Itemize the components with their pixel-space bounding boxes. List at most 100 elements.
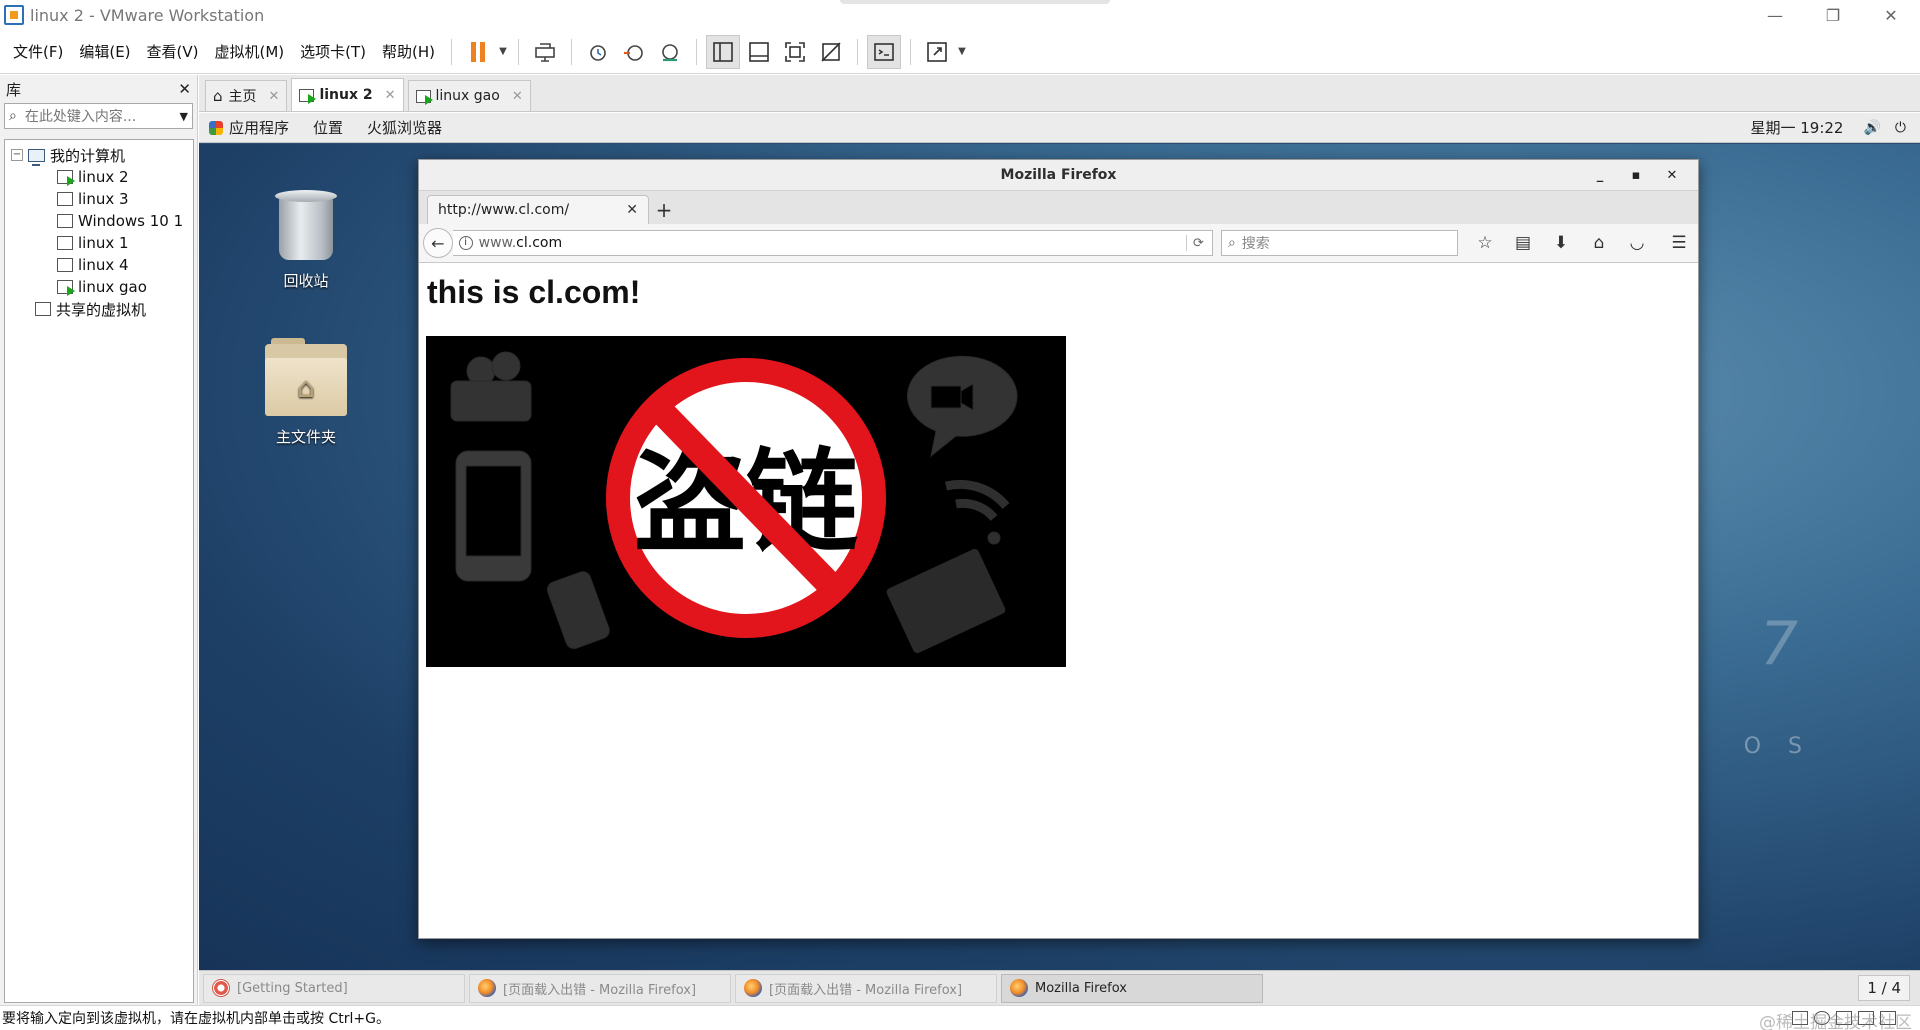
firefox-minimize-button[interactable]: _ [1582, 168, 1618, 183]
hamburger-menu-icon[interactable]: ☰ [1660, 233, 1698, 253]
tab-close-button[interactable]: ✕ [512, 89, 523, 104]
minimize-button[interactable]: — [1746, 0, 1804, 30]
snapshot-manager-icon [662, 43, 678, 61]
snapshot-manager-button[interactable] [653, 35, 687, 69]
tree-my-computer[interactable]: − 我的计算机 [5, 144, 193, 166]
tree-shared-vms[interactable]: 共享的虚拟机 [5, 298, 193, 320]
computer-icon [28, 148, 45, 166]
back-button[interactable]: ← [423, 228, 453, 258]
menu-edit[interactable]: 编辑(E) [71, 30, 138, 74]
firefox-titlebar[interactable]: Mozilla Firefox _ ▪ ✕ [419, 160, 1698, 191]
taskbar-item-firefox-error-2[interactable]: [页面载入出错 - Mozilla Firefox] [735, 973, 997, 1003]
firefox-tab-close-button[interactable]: ✕ [626, 202, 638, 218]
tree-vm-linux-1[interactable]: linux 1 [5, 232, 193, 254]
power-dropdown[interactable]: ▼ [496, 35, 510, 69]
taskbar-item-label: [页面载入出错 - Mozilla Firefox] [503, 982, 697, 998]
send-keys-icon [535, 42, 555, 62]
window-controls: — ❐ ✕ [1746, 0, 1920, 30]
taskbar-item-label: [页面载入出错 - Mozilla Firefox] [769, 982, 963, 998]
menubar: 文件(F) 编辑(E) 查看(V) 虚拟机(M) 选项卡(T) 帮助(H) ▼ … [0, 30, 1920, 74]
show-library-button[interactable] [706, 34, 741, 69]
revert-snapshot-button[interactable] [617, 35, 651, 69]
menu-tabs[interactable]: 选项卡(T) [292, 30, 374, 74]
stretch-dropdown[interactable]: ▼ [955, 35, 969, 69]
search-dropdown-icon[interactable]: ▼ [180, 110, 188, 123]
taskbar-item-getting-started[interactable]: [Getting Started] [203, 973, 465, 1003]
workspace-pager[interactable]: 1 / 4 [1858, 975, 1910, 1001]
console-view-button[interactable] [867, 34, 902, 69]
reload-button[interactable]: ⟳ [1180, 235, 1204, 251]
restore-button[interactable]: ❐ [1804, 0, 1862, 30]
toolbar-separator [696, 38, 698, 65]
firefox-icon [744, 979, 762, 997]
library-search-input[interactable]: ⌕ 在此处键入内容... ▼ [4, 103, 193, 129]
pocket-icon[interactable]: ◡ [1618, 233, 1656, 253]
menu-vm[interactable]: 虚拟机(M) [207, 30, 293, 74]
gnome-menu-applications[interactable]: 应用程序 [229, 117, 289, 138]
vm-tab-strip: ⌂ 主页 ✕ linux 2 ✕ linux gao ✕ [199, 75, 1920, 112]
tree-vm-linux-4[interactable]: linux 4 [5, 254, 193, 276]
library-panel: 库 ✕ ⌕ 在此处键入内容... ▼ − 我的计算机 linux 2 linux… [0, 75, 198, 1005]
vm-icon [57, 192, 73, 206]
url-bar[interactable]: i www. cl.com ⟳ [452, 230, 1213, 256]
tree-vm-linux-gao[interactable]: linux gao [5, 276, 193, 298]
tab-linux-2[interactable]: linux 2 ✕ [291, 78, 404, 111]
tree-label: linux 2 [78, 168, 129, 186]
terminal-icon [874, 42, 894, 61]
library-close-button[interactable]: ✕ [178, 80, 191, 98]
help-lifebuoy-icon [212, 979, 230, 997]
guest-display[interactable]: 应用程序 位置 火狐浏览器 星期一 19:22 🔊 ⏻ 7 O S 回收站 ⌂ … [199, 113, 1920, 970]
library-header: 库 ✕ [0, 75, 197, 103]
tree-vm-linux-3[interactable]: linux 3 [5, 188, 193, 210]
url-host: cl.com [516, 235, 563, 251]
new-tab-button[interactable]: + [649, 195, 679, 224]
tab-close-button[interactable]: ✕ [269, 89, 280, 104]
tree-vm-windows-10[interactable]: Windows 10 1 [5, 210, 193, 232]
library-search-placeholder: 在此处键入内容... [24, 109, 137, 125]
firefox-tab[interactable]: http://www.cl.com/ ✕ [427, 195, 649, 224]
close-button[interactable]: ✕ [1862, 0, 1920, 30]
firefox-tab-strip: http://www.cl.com/ ✕ + [419, 191, 1698, 224]
desktop-home-folder[interactable]: ⌂ 主文件夹 [251, 338, 361, 447]
guest-desktop[interactable]: 7 O S 回收站 ⌂ 主文件夹 Mozilla Firefox _ ▪ ✕ h… [199, 144, 1920, 970]
pause-button[interactable] [461, 35, 495, 69]
drag-handle[interactable] [840, 0, 1110, 4]
folder-icon: ⌂ [265, 338, 347, 416]
toolbar-separator [518, 38, 520, 65]
power-icon[interactable]: ⏻ [1895, 120, 1906, 136]
site-info-icon[interactable]: i [458, 236, 473, 250]
taskbar-item-firefox[interactable]: Mozilla Firefox [1001, 973, 1263, 1003]
firefox-search-input[interactable]: ⌕ 搜索 [1220, 230, 1458, 256]
volume-icon[interactable]: 🔊 [1863, 120, 1880, 136]
gnome-menu-places[interactable]: 位置 [313, 117, 343, 138]
unity-button[interactable] [814, 35, 848, 69]
menu-file[interactable]: 文件(F) [5, 30, 71, 74]
home-icon[interactable]: ⌂ [1580, 233, 1618, 253]
taskbar-item-firefox-error-1[interactable]: [页面载入出错 - Mozilla Firefox] [469, 973, 731, 1003]
tab-linux-gao[interactable]: linux gao ✕ [407, 80, 531, 111]
tree-vm-linux-2[interactable]: linux 2 [5, 166, 193, 188]
stretch-guest-button[interactable] [920, 35, 954, 69]
firefox-maximize-button[interactable]: ▪ [1618, 168, 1654, 183]
bookmark-star-icon[interactable]: ☆ [1466, 233, 1504, 253]
menu-help[interactable]: 帮助(H) [374, 30, 443, 74]
collapse-icon[interactable]: − [11, 149, 23, 161]
menu-view[interactable]: 查看(V) [139, 30, 207, 74]
desktop-trash[interactable]: 回收站 [251, 190, 361, 291]
firefox-close-button[interactable]: ✕ [1654, 168, 1690, 183]
downloads-icon[interactable]: ⬇ [1542, 233, 1580, 253]
tab-close-button[interactable]: ✕ [385, 88, 396, 103]
vm-icon [57, 258, 73, 272]
vm-running-icon [57, 170, 75, 186]
send-ctrl-alt-del-button[interactable] [528, 35, 562, 69]
gnome-clock[interactable]: 星期一 19:22 [1750, 117, 1843, 138]
gnome-menu-firefox[interactable]: 火狐浏览器 [367, 117, 442, 138]
tree-label: linux 3 [78, 190, 129, 208]
snapshot-button[interactable] [581, 35, 615, 69]
full-screen-button[interactable] [778, 35, 812, 69]
tab-home[interactable]: ⌂ 主页 ✕ [205, 80, 288, 111]
trash-icon [275, 190, 337, 260]
firefox-navbar: ← i www. cl.com ⟳ ⌕ 搜索 ☆ ▤ ⬇ ⌂ ◡ ☰ [419, 224, 1698, 263]
thumbnail-bar-button[interactable] [742, 35, 776, 69]
reading-list-icon[interactable]: ▤ [1504, 233, 1542, 253]
